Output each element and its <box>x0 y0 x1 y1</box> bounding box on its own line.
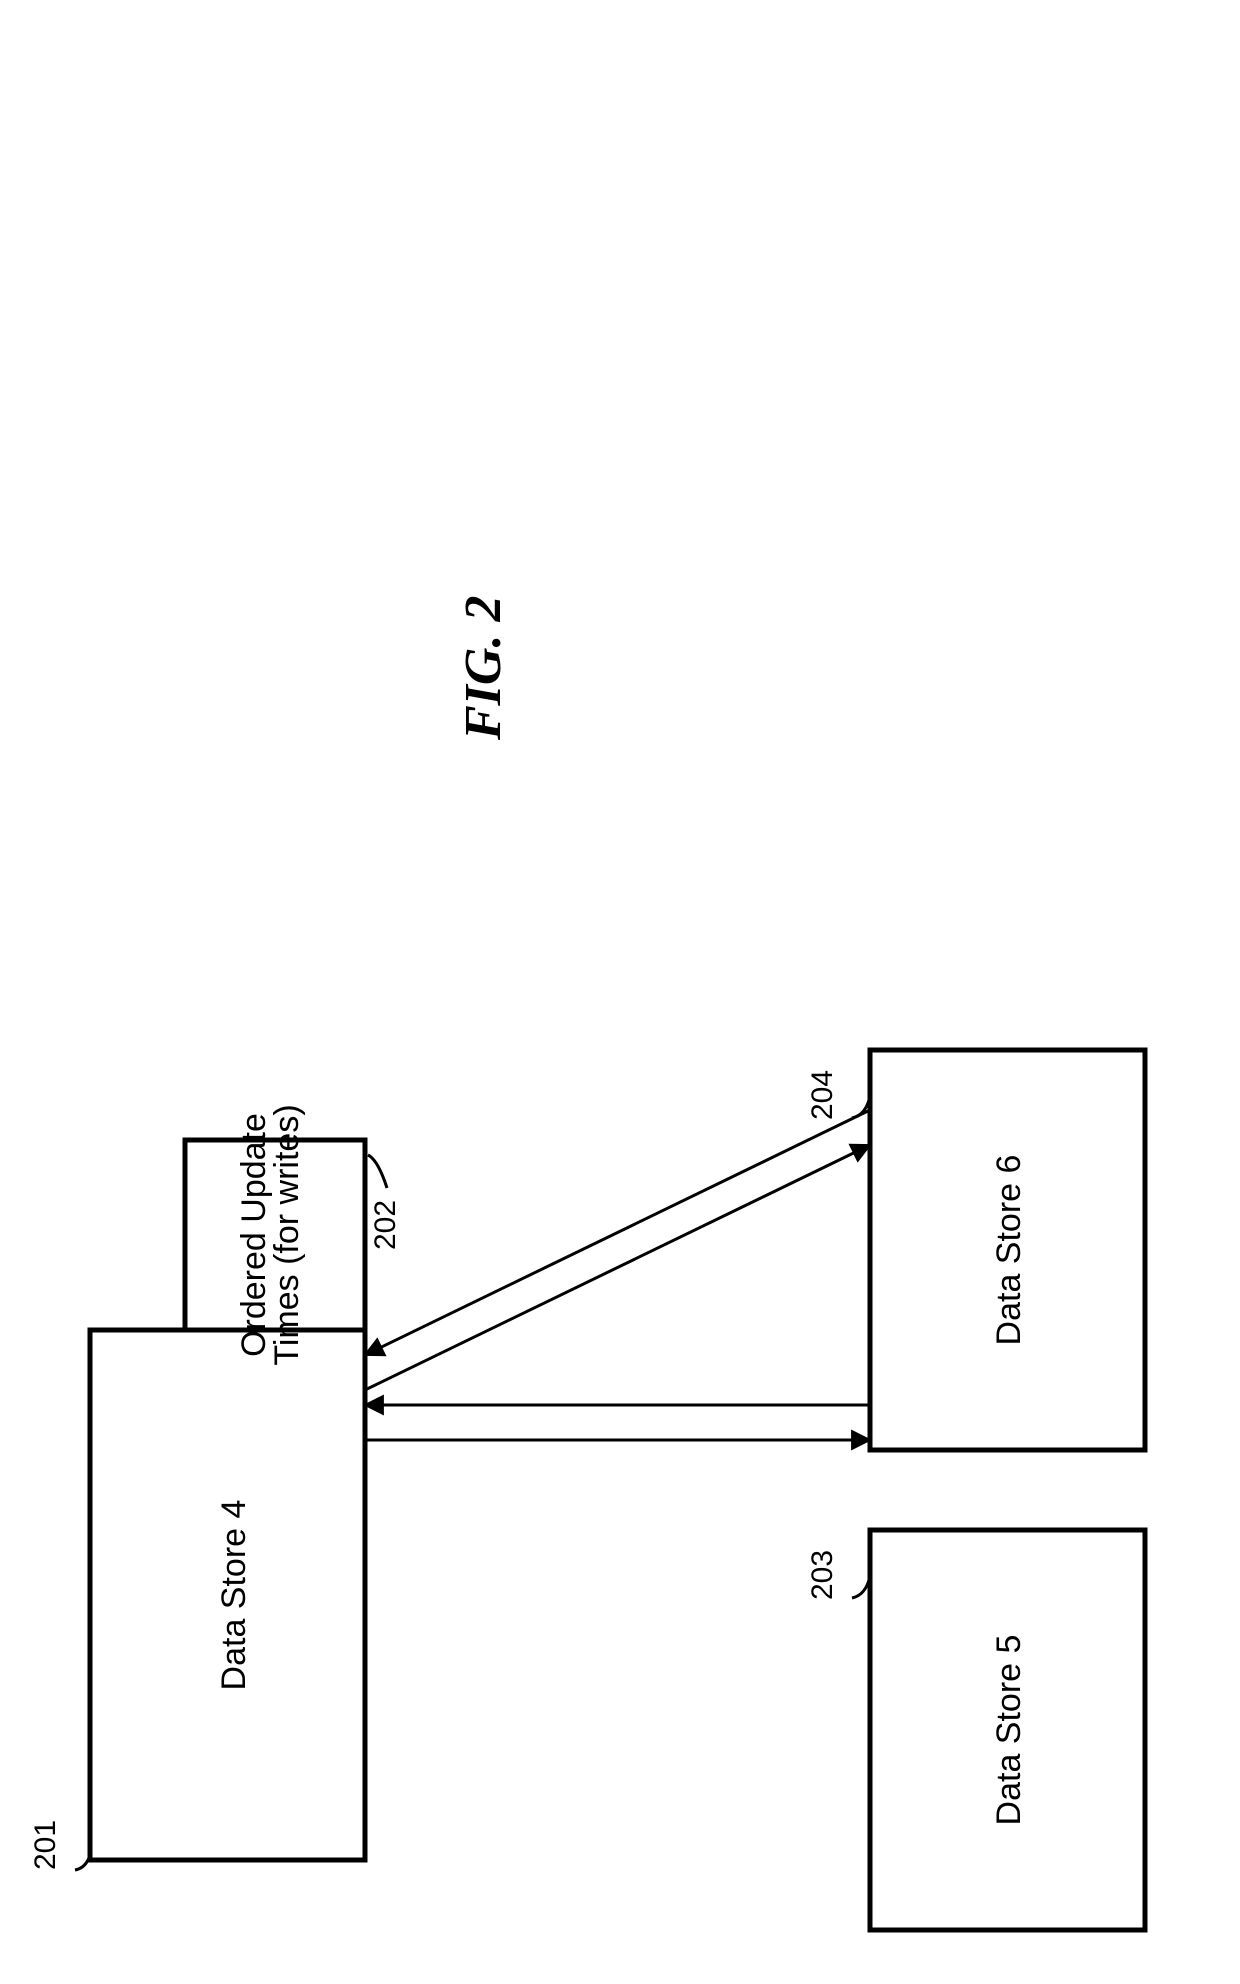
data-store-6-label: Data Store 6 <box>990 1155 1028 1346</box>
data-store-4-label: Data Store 4 <box>215 1500 253 1691</box>
data-store-6-block: Data Store 6 204 <box>806 1050 1145 1450</box>
ref-201-label: 201 <box>29 1820 62 1870</box>
ref-204-label: 204 <box>806 1070 839 1120</box>
connector-store4-store6 <box>365 1110 870 1390</box>
ref-201-leader <box>75 1855 90 1870</box>
ordered-update-line2: Times (for writes) <box>268 1104 306 1365</box>
figure-title: FIG. 2 <box>455 596 512 741</box>
ref-203-label: 203 <box>806 1550 839 1600</box>
data-store-5-label: Data Store 5 <box>990 1635 1028 1826</box>
ref-203-leader <box>852 1576 870 1598</box>
ordered-update-times-block: Ordered Update Times (for writes) 202 <box>185 1104 402 1365</box>
data-store-4-block: Data Store 4 201 <box>29 1330 365 1870</box>
connector-store4-store5 <box>365 1405 870 1440</box>
ref-202-label: 202 <box>369 1200 402 1250</box>
ref-202-leader <box>368 1155 387 1188</box>
figure-diagram: FIG. 2 Data Store 4 201 Ordered Update T… <box>0 0 1240 1984</box>
data-store-5-block: Data Store 5 203 <box>806 1530 1145 1930</box>
